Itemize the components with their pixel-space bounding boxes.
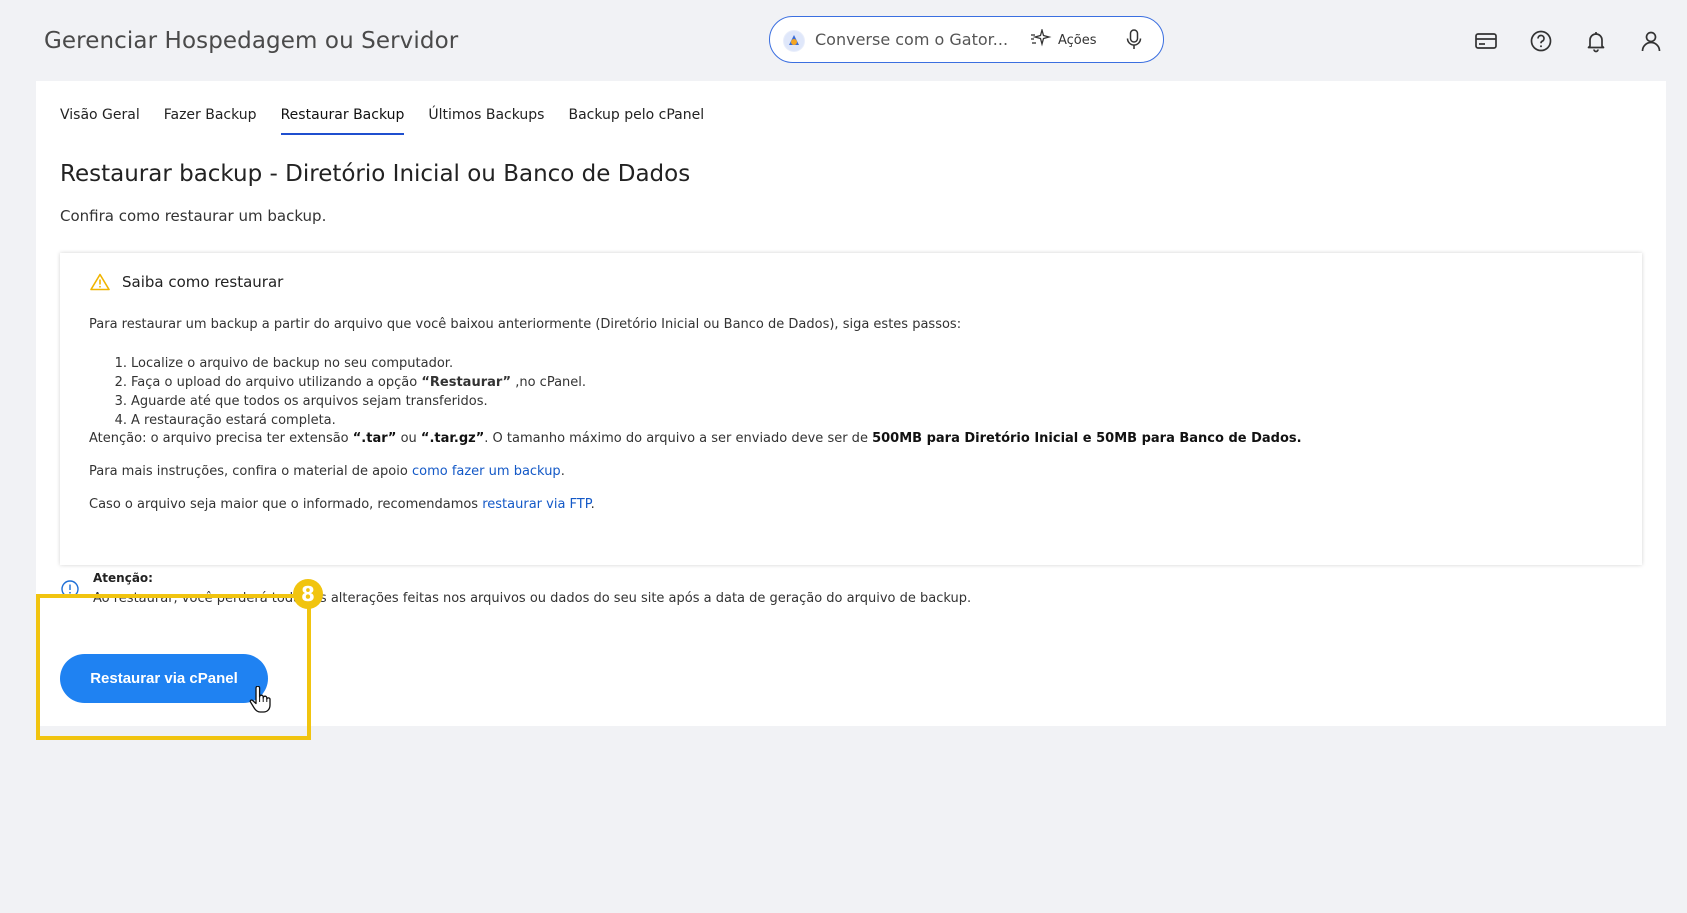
- tab-bar: Visão Geral Fazer Backup Restaurar Backu…: [60, 107, 728, 135]
- card-intro: Para restaurar um backup a partir do arq…: [89, 317, 962, 332]
- restore-instructions-card: Saiba como restaurar Para restaurar um b…: [60, 253, 1642, 565]
- tab-backup-cpanel[interactable]: Backup pelo cPanel: [568, 107, 704, 135]
- warning-icon: [90, 273, 110, 291]
- tab-fazer-backup[interactable]: Fazer Backup: [164, 107, 257, 135]
- page-header-title: Gerenciar Hospedagem ou Servidor: [44, 28, 459, 54]
- restore-via-cpanel-button[interactable]: Restaurar via cPanel: [60, 654, 268, 703]
- list-item: 3. Aguarde até que todos os arquivos seja…: [114, 394, 488, 409]
- tutorial-step-badge: 8: [293, 579, 323, 609]
- page-subtitle: Confira como restaurar um backup.: [60, 207, 327, 225]
- list-item: 4. A restauração estará completa.: [114, 413, 336, 428]
- chat-input-placeholder[interactable]: Converse com o Gator...: [815, 30, 1008, 49]
- main-panel: Visão Geral Fazer Backup Restaurar Backu…: [36, 81, 1666, 726]
- notice-title: Atenção:: [93, 571, 153, 585]
- info-icon: [60, 579, 80, 599]
- help-icon[interactable]: [1528, 28, 1554, 54]
- gator-avatar-icon: [783, 30, 805, 52]
- page-title: Restaurar backup - Diretório Inicial ou …: [60, 161, 691, 187]
- actions-button[interactable]: Ações: [1030, 26, 1097, 54]
- notice-text: Ao restaurar, você perderá todas as alte…: [93, 591, 972, 606]
- how-to-backup-link[interactable]: como fazer um backup: [412, 464, 561, 479]
- sparkle-icon: [1030, 27, 1052, 51]
- list-item: 2. Faça o upload do arquivo utilizando a …: [114, 375, 587, 390]
- tab-visao-geral[interactable]: Visão Geral: [60, 107, 140, 135]
- actions-label: Ações: [1058, 32, 1097, 48]
- card-icon[interactable]: [1473, 28, 1499, 54]
- hand-cursor-icon: [249, 686, 271, 714]
- bell-icon[interactable]: [1583, 28, 1609, 54]
- top-bar: Gerenciar Hospedagem ou Servidor Convers…: [0, 0, 1687, 80]
- tab-restaurar-backup[interactable]: Restaurar Backup: [280, 107, 404, 135]
- card-header: Saiba como restaurar: [90, 273, 283, 291]
- restore-ftp-link[interactable]: restaurar via FTP: [482, 497, 590, 512]
- support-material-note: Para mais instruções, confira o material…: [89, 464, 565, 479]
- gator-chat-box[interactable]: Converse com o Gator... Ações: [769, 16, 1164, 63]
- tab-ultimos-backups[interactable]: Últimos Backups: [428, 107, 544, 135]
- restore-steps-list: 1. Localize o arquivo de backup no seu co…: [113, 354, 586, 430]
- file-extension-note: Atenção: o arquivo precisa ter extensão …: [89, 431, 1302, 446]
- microphone-icon[interactable]: [1122, 27, 1146, 53]
- ftp-note: Caso o arquivo seja maior que o informad…: [89, 497, 595, 512]
- card-heading: Saiba como restaurar: [122, 273, 284, 291]
- list-item: 1. Localize o arquivo de backup no seu co…: [114, 356, 454, 371]
- user-icon[interactable]: [1638, 28, 1664, 54]
